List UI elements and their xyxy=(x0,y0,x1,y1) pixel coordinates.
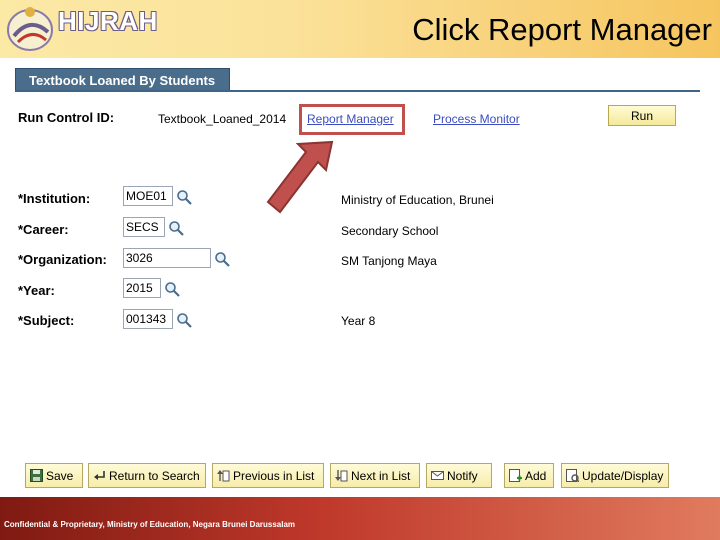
organization-lookup-icon[interactable] xyxy=(214,251,230,267)
add-button[interactable]: Add xyxy=(504,463,554,488)
year-lookup-icon[interactable] xyxy=(164,281,180,297)
update-display-button[interactable]: Update/Display xyxy=(561,463,669,488)
next-in-list-label: Next in List xyxy=(351,469,411,483)
next-in-list-button[interactable]: Next in List xyxy=(330,463,420,488)
return-to-search-button[interactable]: Return to Search xyxy=(88,463,206,488)
add-label: Add xyxy=(525,469,547,483)
return-arrow-icon xyxy=(94,471,105,480)
career-label: *Career: xyxy=(18,222,69,237)
floppy-disk-icon xyxy=(30,469,43,482)
header-banner: HIJRAH Click Report Manager xyxy=(0,0,720,58)
subject-lookup-icon[interactable] xyxy=(176,312,192,328)
subject-input[interactable]: 001343 xyxy=(123,309,173,329)
tab-underline xyxy=(15,90,700,92)
notify-label: Notify xyxy=(447,469,478,483)
notify-button[interactable]: Notify xyxy=(426,463,492,488)
hijrah-logo: HIJRAH xyxy=(4,2,157,54)
add-plus-icon xyxy=(509,469,522,482)
career-description: Secondary School xyxy=(341,224,439,238)
next-list-icon xyxy=(335,470,348,482)
previous-list-icon xyxy=(217,470,230,482)
institution-input[interactable]: MOE01 xyxy=(123,186,173,206)
update-display-label: Update/Display xyxy=(582,469,664,483)
save-button[interactable]: Save xyxy=(25,463,83,488)
logo-text: HIJRAH xyxy=(58,6,158,36)
organization-description: SM Tanjong Maya xyxy=(341,254,437,268)
run-control-label: Run Control ID: xyxy=(18,110,115,125)
run-button[interactable]: Run xyxy=(608,105,676,126)
process-monitor-link[interactable]: Process Monitor xyxy=(433,112,520,126)
run-control-value: Textbook_Loaned_2014 xyxy=(158,112,287,126)
subject-label: *Subject: xyxy=(18,313,75,328)
tab-textbook-loaned[interactable]: Textbook Loaned By Students xyxy=(15,68,230,91)
career-lookup-icon[interactable] xyxy=(168,220,184,236)
notify-envelope-icon xyxy=(431,471,444,480)
year-input[interactable]: 2015 xyxy=(123,278,161,298)
previous-in-list-button[interactable]: Previous in List xyxy=(212,463,324,488)
institution-label: *Institution: xyxy=(18,191,91,206)
return-to-search-label: Return to Search xyxy=(109,469,200,483)
update-display-icon xyxy=(566,469,579,482)
previous-in-list-label: Previous in List xyxy=(233,469,315,483)
save-label: Save xyxy=(46,469,74,483)
organization-label: *Organization: xyxy=(18,252,107,267)
career-input[interactable]: SECS xyxy=(123,217,165,237)
crest-icon xyxy=(7,7,53,51)
organization-input[interactable]: 3026 xyxy=(123,248,211,268)
institution-lookup-icon[interactable] xyxy=(176,189,192,205)
year-label: *Year: xyxy=(18,283,55,298)
footer-band: Confidential & Proprietary, Ministry of … xyxy=(0,497,720,540)
slide-title: Click Report Manager xyxy=(412,12,712,47)
footer-text: Confidential & Proprietary, Ministry of … xyxy=(4,520,296,529)
report-manager-highlight-box xyxy=(299,104,405,135)
pointer-arrow-icon xyxy=(266,140,334,214)
institution-description: Ministry of Education, Brunei xyxy=(341,193,494,207)
subject-description: Year 8 xyxy=(341,314,376,328)
